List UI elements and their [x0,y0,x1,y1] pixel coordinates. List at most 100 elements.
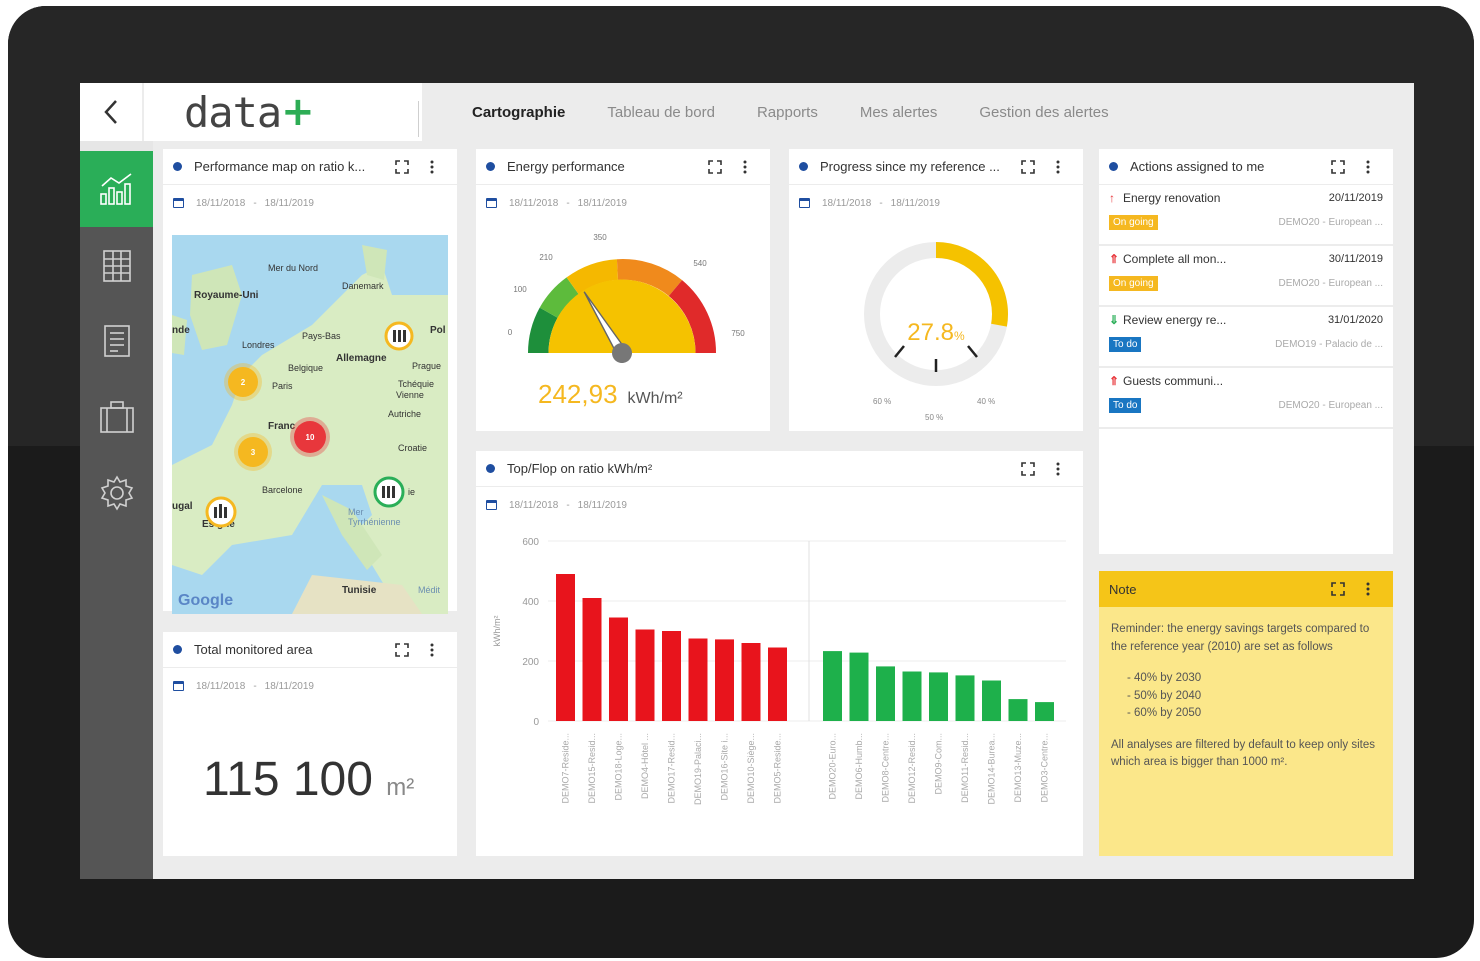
widget-dot [486,162,495,171]
more-icon[interactable] [1353,160,1383,174]
priority-arrow-icon: ⇑ [1109,374,1120,388]
y-tick-label: 600 [522,537,539,548]
total-area-widget: Total monitored area 18/11/2018 - 18/11/… [163,632,457,856]
target-label: 40 % [977,397,996,406]
map-label: Autriche [388,409,422,419]
action-item[interactable]: ⇓ Review energy re... 31/01/2020 To do DEMO1… [1099,307,1393,368]
expand-icon[interactable] [700,159,730,174]
energy-unit: kWh/m² [627,390,683,407]
app-screen: data + Cartographie Tableau de bord Rapp… [80,83,1414,879]
action-item[interactable]: ⇑ Guests communi... To do DEMO20 - European… [1099,368,1393,429]
gauge-scale-label: 540 [693,259,707,268]
bar [823,651,842,721]
action-row-top: ↑ Energy renovation 20/11/2019 [1109,191,1383,205]
x-tick-label: DEMO14-Burea... [987,733,997,805]
x-tick-label: DEMO16-Site i... [720,733,730,801]
action-title: Review energy re... [1123,313,1227,327]
sidebar-item-buildings[interactable] [80,227,153,303]
tab-mes-alertes[interactable]: Mes alertes [860,104,938,121]
widget-header: Energy performance [476,149,770,185]
widget-dot [173,162,182,171]
widget-title: Progress since my reference ... [820,159,1000,174]
bar [741,643,761,721]
bar [582,598,602,721]
date-from: 18/11/2018 [509,499,559,511]
widget-header: Actions assigned to me [1099,149,1393,185]
bar [876,666,895,721]
nav-tabs: Cartographie Tableau de bord Rapports Me… [472,83,1151,141]
sidebar-item-actions[interactable] [80,379,153,455]
map-cluster[interactable]: 10 [294,421,326,453]
actions-widget: Actions assigned to me ↑ Energy renovatio… [1099,149,1393,554]
expand-icon[interactable] [387,642,417,657]
more-icon[interactable] [730,160,760,174]
more-icon[interactable] [417,643,447,657]
action-item[interactable]: ↑ Energy renovation 20/11/2019 On going DEMO… [1099,185,1393,246]
date-from: 18/11/2018 [196,197,246,209]
building-icon [102,250,131,282]
building-marker-icon[interactable] [204,495,238,529]
tab-rapports[interactable]: Rapports [757,104,818,121]
sidebar-item-dashboard[interactable] [80,151,153,227]
date-separator: - [253,680,257,692]
building-marker-icon[interactable] [372,475,406,509]
widget-dot [486,464,495,473]
target-tick [967,345,978,358]
sidebar-item-settings[interactable] [80,455,153,531]
date-range[interactable]: 18/11/2018 - 18/11/2019 [789,185,1083,221]
more-icon[interactable] [417,160,447,174]
x-tick-label: DEMO10-Siège... [746,733,756,804]
date-range[interactable]: 18/11/2018 - 18/11/2019 [476,185,770,221]
date-range[interactable]: 18/11/2018 - 18/11/2019 [476,487,1083,523]
tab-tableau-de-bord[interactable]: Tableau de bord [607,104,715,121]
progress-unit: % [954,329,965,343]
gauge-scale-label: 350 [593,233,607,242]
expand-icon[interactable] [387,159,417,174]
x-tick-label: DEMO18-Loge... [614,733,624,801]
x-tick-label: DEMO7-Reside... [561,733,571,804]
date-to: 18/11/2019 [264,197,314,209]
more-icon[interactable] [1353,582,1383,596]
map-label: Allemagne [336,353,387,364]
date-separator: - [879,197,883,209]
priority-arrow-icon: ↑ [1109,191,1115,205]
europe-map[interactable]: Mer du Nord Danemark Royaume-Uni nde Lon… [172,235,448,614]
logo[interactable]: data + [144,83,422,141]
widget-dot [173,645,182,654]
map-cluster[interactable]: 2 [228,367,258,397]
expand-icon[interactable] [1323,159,1353,174]
date-range[interactable]: 18/11/2018 - 18/11/2019 [163,185,457,221]
tab-cartographie[interactable]: Cartographie [472,104,565,121]
more-icon[interactable] [1043,462,1073,476]
sidebar-item-reports[interactable] [80,303,153,379]
actions-list: ↑ Energy renovation 20/11/2019 On going DEMO… [1099,185,1393,429]
back-button[interactable] [80,83,142,141]
action-row-bottom: On going DEMO20 - European ... [1109,276,1383,291]
bar [635,629,655,721]
expand-icon[interactable] [1323,582,1353,596]
area-value: 115 100 [203,753,373,806]
action-item[interactable]: ⇑ Complete all mon... 30/11/2019 On going DE… [1099,246,1393,307]
action-site: DEMO20 - European ... [1278,400,1384,411]
expand-icon[interactable] [1013,159,1043,174]
date-range[interactable]: 18/11/2018 - 18/11/2019 [163,668,457,704]
map-label: Croatie [398,443,428,453]
bar [688,638,708,721]
y-tick-label: 0 [533,717,539,728]
more-icon[interactable] [1043,160,1073,174]
google-logo: Google [178,592,234,609]
map-label: Danemark [342,281,384,291]
bar [929,672,948,721]
building-marker-icon[interactable] [384,321,414,351]
x-tick-label: DEMO3-Centre... [1040,733,1050,803]
tab-gestion-des-alertes[interactable]: Gestion des alertes [979,104,1108,121]
map-cluster[interactable]: 3 [238,437,268,467]
expand-icon[interactable] [1013,461,1043,476]
note-widget: Note Reminder: the energy savings target… [1099,571,1393,856]
note-list-item: - 60% by 2050 [1127,707,1202,719]
progress-value-block: 27.8% [789,319,1083,347]
divider [418,101,419,137]
x-tick-label: DEMO9-Com... [934,733,944,795]
note-list-item: - 50% by 2040 [1127,689,1202,702]
note-list: - 40% by 2030 - 50% by 2040 - 60% by 205… [1111,670,1381,723]
